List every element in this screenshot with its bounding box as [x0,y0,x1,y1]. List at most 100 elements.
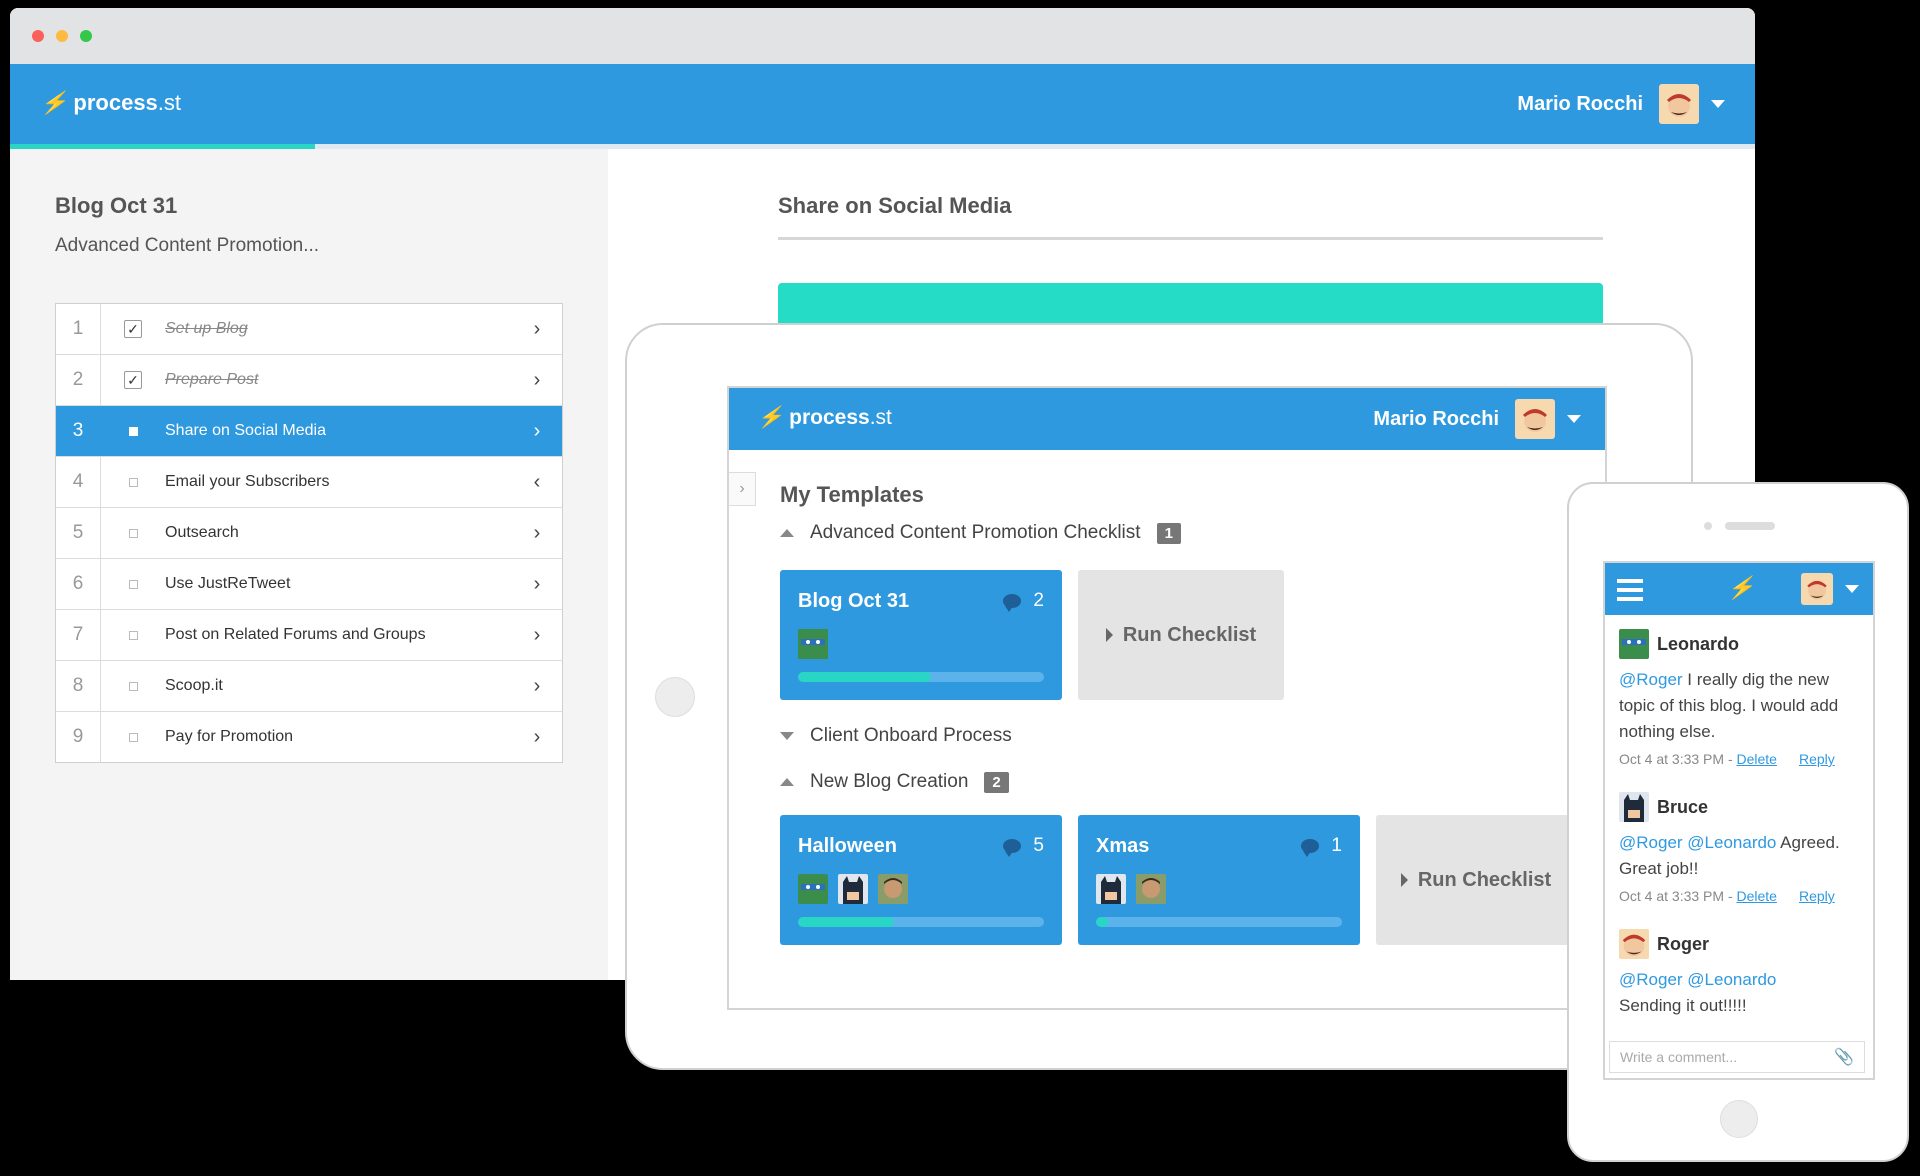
task-heading-divider [778,237,1603,240]
process-street-bolt-icon: ⚡ [757,406,784,429]
comment-leonardo: Leonardo @Roger I really dig the new top… [1619,629,1863,767]
task-checkbox[interactable] [101,681,165,691]
reply-comment-link[interactable]: Reply [1799,888,1835,904]
template-group-count: 2 [984,771,1009,793]
comment-author: Roger [1657,933,1710,954]
card-title: Blog Oct 31 [798,590,910,612]
tablet-brand-logo[interactable]: ⚡ process .st [757,406,892,430]
task-row[interactable]: 1 ✓ Set up Blog › [56,304,562,355]
run-checklist-button[interactable]: Run Checklist [1078,570,1284,700]
brand-tld: .st [157,90,182,115]
chevron-down-icon [1567,415,1581,423]
expand-arrow-icon [780,732,794,740]
card-progress-bar [798,917,1044,927]
chevron-left-icon: ‹ [533,470,541,493]
task-checkbox[interactable]: ✓ [101,320,165,338]
task-row[interactable]: 8 Scoop.it › [56,661,562,712]
mario-avatar-icon[interactable] [1801,573,1833,605]
task-checkbox[interactable] [101,426,165,436]
delete-comment-link[interactable]: Delete [1737,751,1777,767]
tablet-brand-tld: .st [869,406,892,429]
roger-avatar-icon [878,874,908,904]
task-number: 6 [56,559,101,609]
comment-body: @Roger I really dig the new topic of thi… [1619,667,1863,745]
comment-body: @Roger @Leonardo Agreed. Great job!! [1619,830,1863,882]
reply-comment-link[interactable]: Reply [1799,751,1835,767]
comment-mention[interactable]: @Roger @Leonardo [1619,833,1776,852]
chevron-right-icon: › [533,674,541,697]
checklist-sidebar: Blog Oct 31 Advanced Content Promotion..… [10,149,608,980]
comment-input-placeholder: Write a comment... [1620,1049,1738,1065]
template-group-advanced[interactable]: Advanced Content Promotion Checklist 1 [780,522,1181,544]
chevron-down-icon[interactable] [1845,585,1859,593]
comment-mention[interactable]: @Roger [1619,670,1683,689]
task-checkbox[interactable]: ✓ [101,371,165,389]
phone-camera [1704,522,1712,530]
template-group-new-blog[interactable]: New Blog Creation 2 [780,771,1009,793]
template-group-name: New Blog Creation [810,771,969,792]
task-label: Prepare Post [165,371,259,388]
bruce-avatar-icon [1619,792,1649,822]
phone-home-button [1720,1100,1758,1138]
task-row[interactable]: 3 Share on Social Media › [56,406,562,457]
checklist-card-xmas[interactable]: Xmas 1 [1078,815,1360,945]
close-window-button[interactable] [32,30,44,42]
task-row[interactable]: 4 Email your Subscribers ‹ [56,457,562,508]
tablet-user-menu[interactable]: Mario Rocchi [1373,399,1581,439]
checklist-card-blog-oct-31[interactable]: Blog Oct 31 2 [780,570,1062,700]
user-menu[interactable]: Mario Rocchi [1517,84,1725,124]
comment-bubble-icon [1003,839,1022,857]
card-assignees [798,629,838,659]
bruce-avatar-icon [1096,874,1126,904]
task-row[interactable]: 7 Post on Related Forums and Groups › [56,610,562,661]
comment-time: Oct 4 at 3:33 PM - [1619,888,1733,904]
empty-checkbox-icon [128,477,138,487]
checklist-title: Blog Oct 31 [55,193,178,218]
comment-meta: Oct 4 at 3:33 PM - Delete Reply [1619,751,1863,767]
comment-count: 2 [1033,590,1044,611]
task-label: Pay for Promotion [165,728,294,745]
task-checkbox[interactable] [101,732,165,742]
task-number: 2 [56,355,101,405]
task-label: Set up Blog [165,320,248,337]
minimize-window-button[interactable] [56,30,68,42]
sidebar-toggle-button[interactable]: › [729,472,756,506]
task-row[interactable]: 5 Outsearch › [56,508,562,559]
comment-meta: Oct 4 at 3:33 PM - Delete Reply [1619,888,1863,904]
delete-comment-link[interactable]: Delete [1737,888,1777,904]
comment-mention[interactable]: @Roger @Leonardo [1619,970,1776,989]
task-heading: Share on Social Media [778,193,1012,218]
empty-checkbox-icon [128,732,138,742]
brand-logo[interactable]: ⚡ process .st [40,90,181,116]
paperclip-icon[interactable]: 📎 [1834,1047,1854,1067]
task-checkbox[interactable] [101,630,165,640]
comment-author: Bruce [1657,796,1709,817]
menu-icon[interactable] [1617,579,1643,606]
process-street-bolt-icon[interactable]: ⚡ [1727,575,1754,601]
chevron-right-icon: › [533,317,541,340]
task-checkbox[interactable] [101,579,165,589]
collapse-arrow-icon [780,778,794,786]
chevron-right-icon: › [533,368,541,391]
task-label: Use JustReTweet [165,575,291,592]
task-checkbox[interactable] [101,528,165,538]
card-progress-bar [1096,917,1342,927]
run-checklist-button[interactable]: Run Checklist [1376,815,1576,945]
checklist-card-halloween[interactable]: Halloween 5 [780,815,1062,945]
comment-body: @Roger @Leonardo Sending it out!!!!! [1619,967,1863,1019]
comment-time: Oct 4 at 3:33 PM - [1619,751,1733,767]
task-checkbox[interactable] [101,477,165,487]
tablet-app-header: ⚡ process .st Mario Rocchi [729,388,1605,450]
task-row[interactable]: 6 Use JustReTweet › [56,559,562,610]
run-checklist-label: Run Checklist [1122,623,1257,646]
template-group-client-onboard[interactable]: Client Onboard Process [780,725,1012,747]
empty-checkbox-icon [128,528,138,538]
comment-input[interactable]: Write a comment... 📎 [1609,1041,1865,1073]
maximize-window-button[interactable] [80,30,92,42]
task-row[interactable]: 9 Pay for Promotion › [56,712,562,762]
tablet-home-button [655,677,695,717]
card-title: Halloween [798,835,897,857]
comment-author: Leonardo [1657,633,1740,654]
task-row[interactable]: 2 ✓ Prepare Post › [56,355,562,406]
chevron-right-icon: › [533,623,541,646]
